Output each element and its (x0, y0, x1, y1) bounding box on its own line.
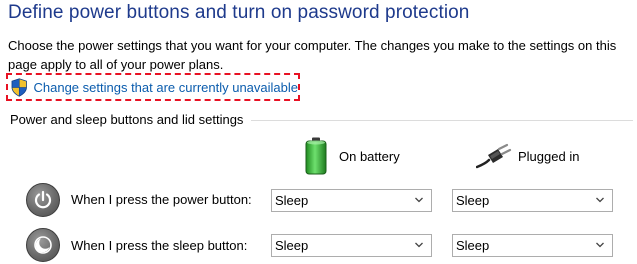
sleep-button-battery-value: Sleep (275, 238, 309, 253)
power-button-icon (26, 183, 60, 217)
uac-shield-icon (11, 77, 27, 97)
sleep-button-battery-select[interactable]: Sleep (271, 234, 432, 257)
change-settings-link-label[interactable]: Change settings that are currently unava… (34, 80, 299, 95)
section-header: Power and sleep buttons and lid settings (10, 111, 633, 127)
column-header-plugged: Plugged in (476, 136, 579, 176)
power-button-plugged-value: Sleep (456, 193, 490, 208)
section-title: Power and sleep buttons and lid settings (10, 111, 244, 127)
sleep-button-icon (26, 228, 60, 262)
battery-icon (305, 137, 327, 175)
moon-icon (34, 236, 52, 254)
chevron-down-icon (596, 197, 604, 203)
power-plug-icon (476, 143, 512, 169)
power-button-battery-value: Sleep (275, 193, 309, 208)
power-symbol-icon (34, 190, 52, 209)
power-button-label: When I press the power button: (71, 192, 252, 207)
sleep-button-plugged-value: Sleep (456, 238, 490, 253)
column-header-battery: On battery (305, 136, 400, 176)
power-options-window: Define power buttons and turn on passwor… (0, 0, 637, 264)
section-divider (251, 119, 633, 121)
page-description: Choose the power settings that you want … (8, 38, 617, 72)
power-button-battery-select[interactable]: Sleep (271, 189, 432, 212)
chevron-down-icon (596, 242, 604, 248)
column-label-battery: On battery (339, 148, 400, 164)
sleep-button-label: When I press the sleep button: (71, 238, 248, 253)
chevron-down-icon (415, 242, 423, 248)
page-title: Define power buttons and turn on passwor… (8, 2, 470, 23)
chevron-down-icon (415, 197, 423, 203)
sleep-button-plugged-select[interactable]: Sleep (452, 234, 613, 257)
power-button-plugged-select[interactable]: Sleep (452, 189, 613, 212)
change-settings-link[interactable]: Change settings that are currently unava… (6, 73, 300, 101)
column-label-plugged: Plugged in (518, 148, 580, 164)
